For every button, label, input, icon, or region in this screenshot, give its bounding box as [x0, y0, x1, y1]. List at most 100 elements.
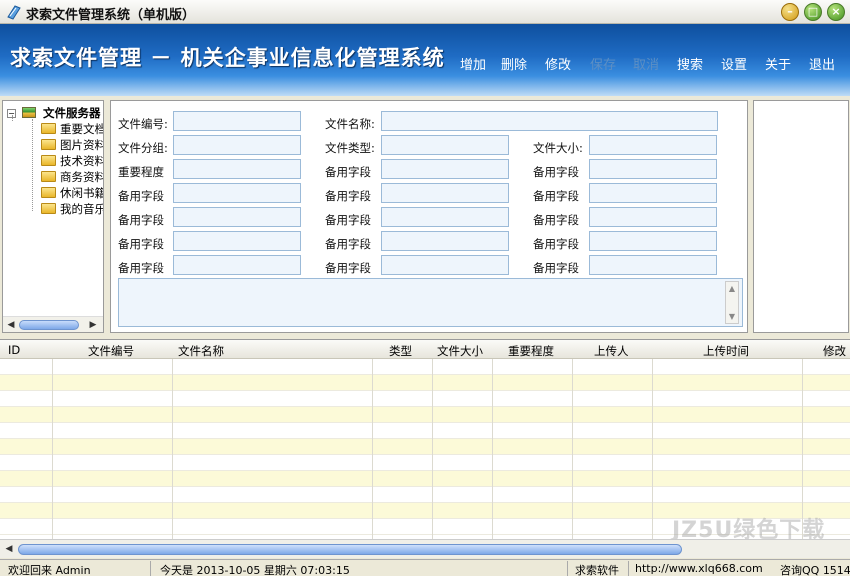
- tree-root[interactable]: − 文件服务器: [7, 105, 101, 121]
- file-table: ID 文件编号 文件名称 类型 文件大小 重要程度 上传人 上传时间 修改: [0, 339, 850, 539]
- tree-item-tech[interactable]: 技术资料: [41, 153, 103, 169]
- spare-field[interactable]: [173, 255, 301, 275]
- table-header: ID 文件编号 文件名称 类型 文件大小 重要程度 上传人 上传时间 修改: [0, 340, 850, 359]
- date-time-text: 今天是 2013-10-05 星期六 07:03:15: [160, 564, 350, 576]
- tree-item-books[interactable]: 休闲书籍: [41, 185, 103, 201]
- spare-field[interactable]: [589, 183, 717, 203]
- importance-field[interactable]: [173, 159, 301, 179]
- spare-field[interactable]: [381, 207, 509, 227]
- col-file-no[interactable]: 文件编号: [88, 343, 134, 359]
- spare-label: 备用字段: [325, 189, 371, 203]
- welcome-text: 欢迎回来 Admin: [8, 564, 91, 576]
- search-button[interactable]: 搜索: [677, 54, 703, 73]
- spare-field[interactable]: [589, 231, 717, 251]
- spare-label: 备用字段: [533, 189, 579, 203]
- maximize-button[interactable]: □: [804, 3, 822, 21]
- file-group-field[interactable]: [173, 135, 301, 155]
- file-group-label: 文件分组:: [118, 141, 168, 155]
- folder-icon: [41, 187, 56, 198]
- spare-label: 备用字段: [325, 213, 371, 227]
- tree-scroll-thumb[interactable]: [19, 320, 79, 330]
- tree-hscrollbar[interactable]: ◀ ▶: [3, 316, 103, 332]
- spare-field[interactable]: [589, 255, 717, 275]
- file-size-field[interactable]: [589, 135, 717, 155]
- cancel-button[interactable]: 取消: [633, 54, 659, 73]
- spare-field[interactable]: [381, 159, 509, 179]
- tree-item-music[interactable]: 我的音乐: [41, 201, 103, 217]
- website-link[interactable]: http://www.xlq668.com: [635, 562, 775, 575]
- spare-field[interactable]: [589, 159, 717, 179]
- spare-label: 备用字段: [533, 261, 579, 275]
- col-file-name[interactable]: 文件名称: [178, 343, 224, 359]
- notes-scrollbar[interactable]: ▲ ▼: [725, 281, 739, 324]
- save-button[interactable]: 保存: [590, 54, 616, 73]
- server-icon: [22, 107, 37, 118]
- folder-icon: [41, 203, 56, 214]
- notes-textarea[interactable]: ▲ ▼: [118, 278, 743, 327]
- spare-label: 备用字段: [118, 213, 164, 227]
- spare-field[interactable]: [173, 207, 301, 227]
- close-button[interactable]: ×: [827, 3, 845, 21]
- folder-icon: [41, 123, 56, 134]
- col-file-size[interactable]: 文件大小: [437, 343, 483, 359]
- folder-tree: − 文件服务器 重要文档 图片资料 技术资料 商务资料 休闲书籍 我的音乐 ◀ …: [2, 100, 104, 333]
- spare-field[interactable]: [381, 255, 509, 275]
- spare-label: 备用字段: [533, 237, 579, 251]
- spare-label: 备用字段: [118, 237, 164, 251]
- tree-root-label: 文件服务器: [43, 106, 101, 120]
- add-button[interactable]: 增加: [460, 54, 486, 73]
- banner: 求索文件管理 － 机关企事业信息化管理系统 增加 删除 修改 保存 取消 搜索 …: [0, 24, 850, 96]
- folder-icon: [41, 171, 56, 182]
- file-type-field[interactable]: [381, 135, 509, 155]
- spare-field[interactable]: [381, 231, 509, 251]
- edit-button[interactable]: 修改: [545, 54, 571, 73]
- title-bar: 求索文件管理系统（单机版） – □ ×: [0, 0, 850, 24]
- spare-label: 备用字段: [325, 165, 371, 179]
- spare-label: 备用字段: [533, 165, 579, 179]
- col-uploader[interactable]: 上传人: [594, 343, 629, 359]
- table-hscrollbar[interactable]: ◀: [0, 539, 850, 558]
- delete-button[interactable]: 删除: [501, 54, 527, 73]
- app-icon: [7, 5, 21, 20]
- status-bar: 欢迎回来 Admin 今天是 2013-10-05 星期六 07:03:15 求…: [0, 559, 850, 576]
- qq-text: 咨询QQ 15147: [780, 564, 850, 576]
- spare-field[interactable]: [381, 183, 509, 203]
- folder-icon: [41, 155, 56, 166]
- spare-field[interactable]: [589, 207, 717, 227]
- spare-label: 备用字段: [533, 213, 579, 227]
- tree-item-images[interactable]: 图片资料: [41, 137, 103, 153]
- preview-panel: [753, 100, 849, 333]
- file-form: 文件编号: 文件名称: 文件分组: 文件类型: 文件大小: 重要程度 备用字段 …: [110, 100, 748, 333]
- col-modify[interactable]: 修改: [823, 343, 846, 359]
- file-size-label: 文件大小:: [533, 141, 583, 155]
- spare-field[interactable]: [173, 231, 301, 251]
- brand-text: 求索软件: [575, 564, 619, 576]
- col-importance[interactable]: 重要程度: [508, 343, 554, 359]
- scroll-right-icon[interactable]: ▶: [87, 319, 99, 331]
- collapse-icon[interactable]: −: [7, 109, 16, 118]
- spare-label: 备用字段: [118, 261, 164, 275]
- scroll-left-icon[interactable]: ◀: [3, 543, 15, 555]
- spare-label: 备用字段: [118, 189, 164, 203]
- file-type-label: 文件类型:: [325, 141, 375, 155]
- spare-label: 备用字段: [325, 261, 371, 275]
- file-no-label: 文件编号:: [118, 117, 168, 131]
- table-scroll-thumb[interactable]: [18, 544, 682, 555]
- col-upload-time[interactable]: 上传时间: [703, 343, 749, 359]
- tree-item-business[interactable]: 商务资料: [41, 169, 103, 185]
- folder-icon: [41, 139, 56, 150]
- banner-title: 求索文件管理 － 机关企事业信息化管理系统: [10, 45, 445, 70]
- spare-label: 备用字段: [325, 237, 371, 251]
- tree-item-important[interactable]: 重要文档: [41, 121, 103, 137]
- file-name-field[interactable]: [381, 111, 718, 131]
- settings-button[interactable]: 设置: [721, 54, 747, 73]
- col-id[interactable]: ID: [8, 343, 20, 357]
- window-title: 求索文件管理系统（单机版）: [26, 8, 196, 23]
- file-no-field[interactable]: [173, 111, 301, 131]
- col-type[interactable]: 类型: [389, 343, 412, 359]
- spare-field[interactable]: [173, 183, 301, 203]
- exit-button[interactable]: 退出: [809, 54, 835, 73]
- scroll-left-icon[interactable]: ◀: [5, 319, 17, 331]
- about-button[interactable]: 关于: [765, 54, 791, 73]
- minimize-button[interactable]: –: [781, 3, 799, 21]
